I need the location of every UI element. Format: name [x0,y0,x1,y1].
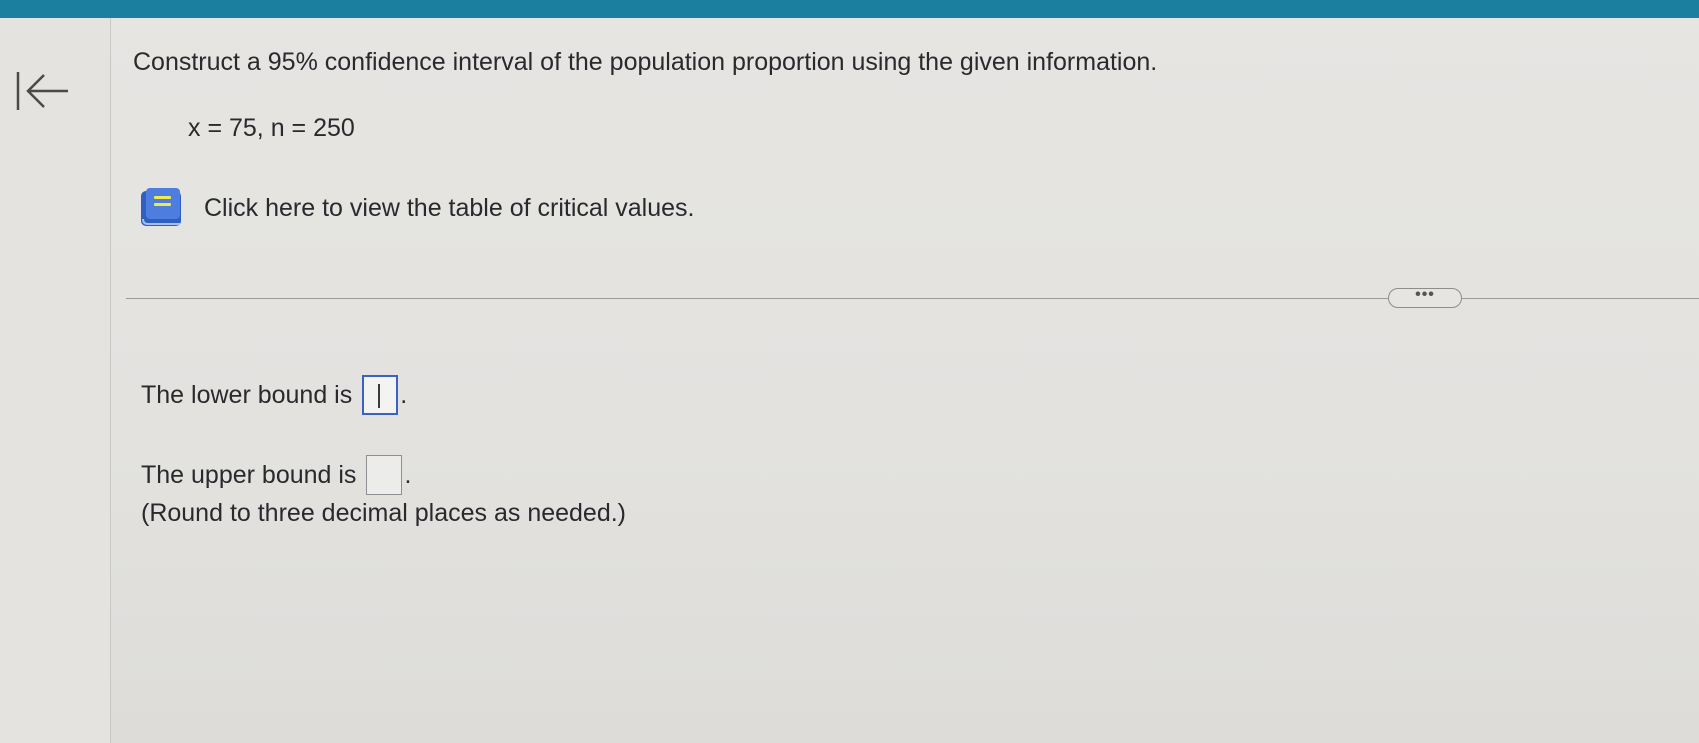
back-button[interactable] [14,68,74,114]
more-options-button[interactable]: ••• [1388,286,1462,308]
upper-bound-row: The upper bound is . [141,455,411,495]
lower-bound-label: The lower bound is [141,381,353,409]
upper-bound-input[interactable] [366,455,403,495]
section-divider [126,298,1699,299]
upper-bound-label: The upper bound is [141,461,357,489]
lower-bound-period: . [400,381,408,409]
rounding-instruction: (Round to three decimal places as needed… [141,499,627,527]
critical-values-link[interactable]: Click here to view the table of critical… [140,188,695,228]
left-panel [0,18,111,743]
question-prompt: Construct a 95% confidence interval of t… [133,48,1158,76]
upper-bound-period: . [404,461,412,489]
ellipsis-icon: ••• [1415,286,1435,303]
text-caret [378,384,380,408]
book-icon [141,188,181,226]
critical-values-link-label[interactable]: Click here to view the table of critical… [204,192,695,224]
arrow-left-to-bar-icon [16,72,68,110]
given-values: x = 75, n = 250 [188,114,355,142]
lower-bound-row: The lower bound is . [141,375,407,415]
top-bar [0,0,1699,18]
lower-bound-input[interactable] [362,375,399,415]
